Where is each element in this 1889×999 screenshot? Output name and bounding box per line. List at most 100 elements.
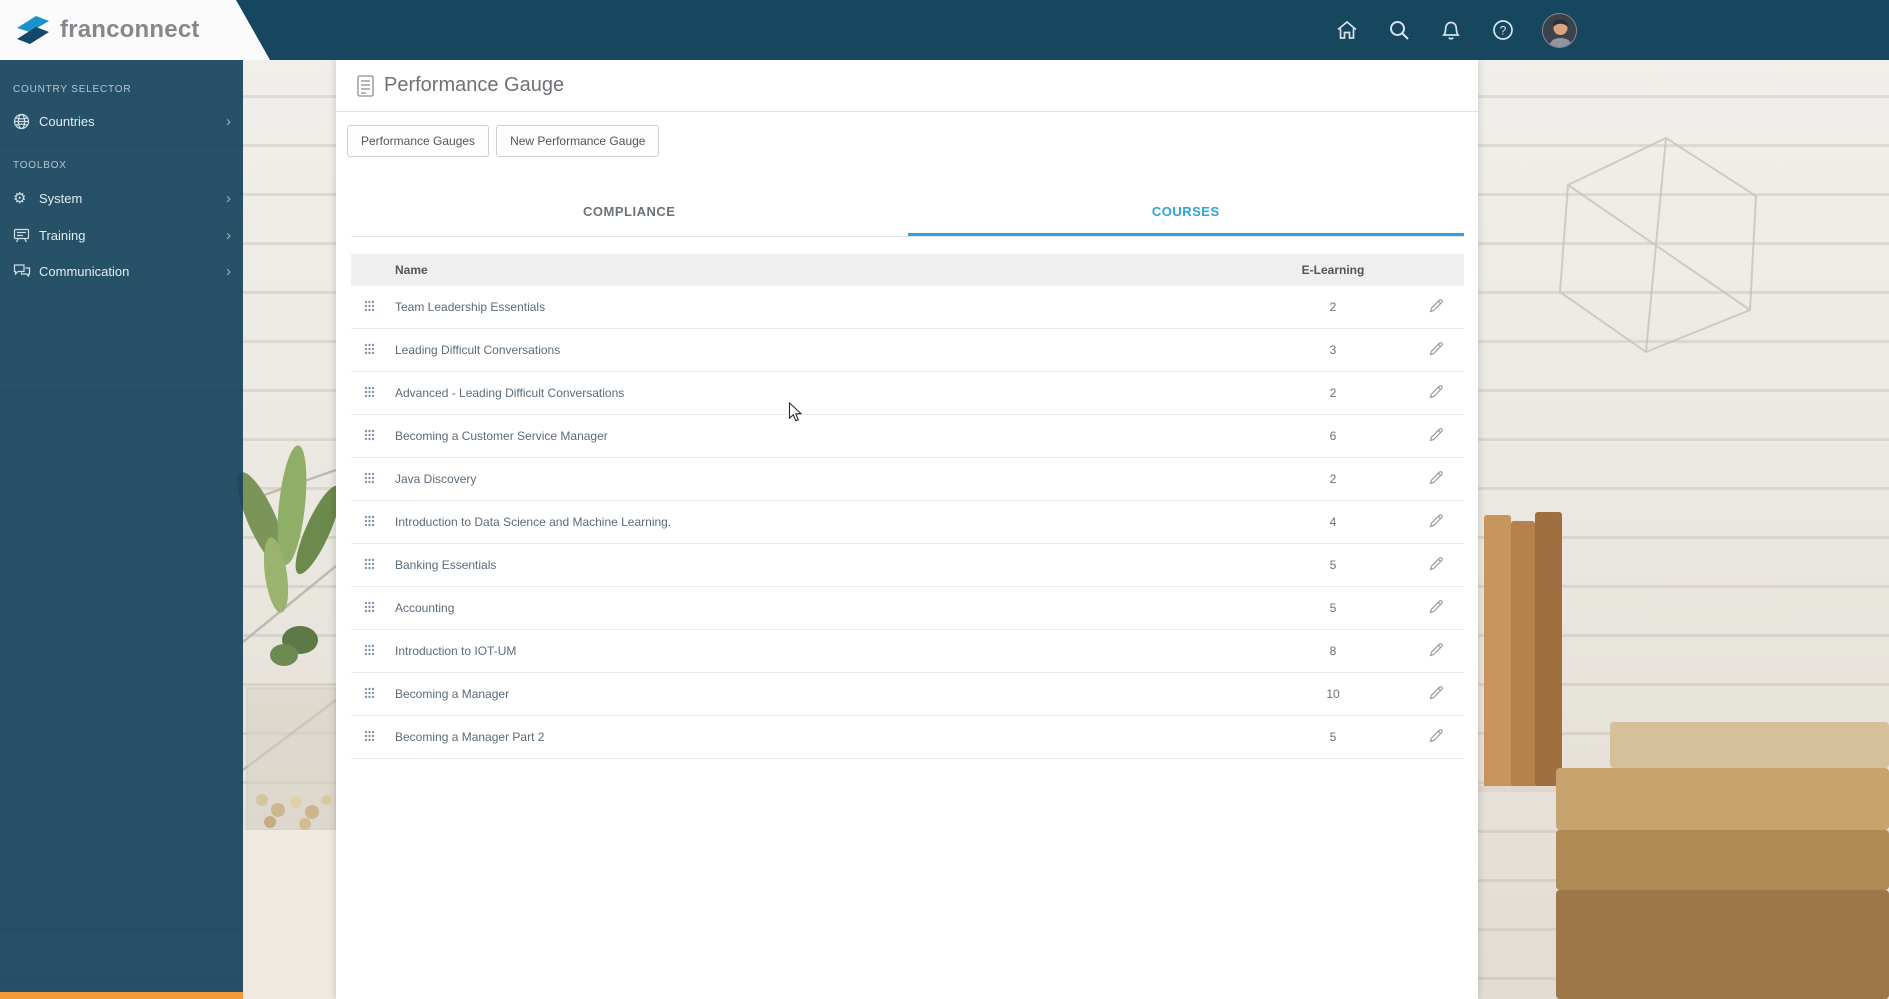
sidebar-item-system[interactable]: ⚙ System › (0, 179, 243, 217)
drag-handle-icon[interactable] (364, 601, 375, 613)
course-name: Accounting (387, 586, 1258, 630)
table-row: Banking Essentials 5 (351, 543, 1464, 587)
edit-pencil-icon[interactable] (1428, 383, 1445, 400)
chevron-right-icon: › (226, 262, 231, 280)
plant-leaves (237, 445, 341, 666)
sidebar-item-communication[interactable]: Communication › (0, 253, 243, 289)
elearning-count: 8 (1258, 629, 1408, 673)
course-name: Java Discovery (387, 457, 1258, 501)
course-name: Becoming a Manager (387, 672, 1258, 716)
sidebar-section-toolbox: TOOLBOX (13, 160, 67, 171)
tab-compliance[interactable]: COMPLIANCE (351, 191, 908, 236)
edit-pencil-icon[interactable] (1428, 641, 1445, 658)
sidebar-section-country-selector: COUNTRY SELECTOR (13, 84, 132, 95)
avatar[interactable] (1542, 12, 1577, 48)
handle-column-header (351, 254, 387, 286)
performance-gauges-button[interactable]: Performance Gauges (347, 125, 490, 157)
elearning-count: 2 (1258, 371, 1408, 415)
edit-pencil-icon[interactable] (1428, 684, 1445, 701)
drag-handle-icon[interactable] (364, 687, 375, 699)
top-header: franconnect ? (0, 0, 1889, 60)
courses-table-body: Team Leadership Essentials 2 Leading Dif… (351, 286, 1464, 759)
elearning-count: 5 (1258, 586, 1408, 630)
table-row: Accounting 5 (351, 586, 1464, 630)
page-title: Performance Gauge (384, 74, 565, 96)
sidebar-item-label: System (39, 190, 83, 206)
drag-handle-icon[interactable] (364, 644, 375, 656)
drag-handle-icon[interactable] (364, 300, 375, 312)
chevron-right-icon: › (226, 189, 231, 207)
elearning-count: 4 (1258, 500, 1408, 544)
tab-bar: COMPLIANCE COURSES (351, 191, 1464, 237)
table-row: Becoming a Manager 10 (351, 672, 1464, 716)
edit-pencil-icon[interactable] (1428, 469, 1445, 486)
chat-bubbles-icon (13, 263, 39, 279)
home-icon[interactable] (1334, 17, 1360, 43)
sidebar-item-countries[interactable]: Countries › (0, 103, 243, 140)
sidebar-item-label: Training (39, 227, 86, 243)
table-row: Advanced - Leading Difficult Conversatio… (351, 371, 1464, 415)
course-name: Becoming a Manager Part 2 (387, 715, 1258, 759)
table-row: Java Discovery 2 (351, 457, 1464, 501)
course-name: Banking Essentials (387, 543, 1258, 587)
elearning-count: 5 (1258, 543, 1408, 587)
table-row: Becoming a Manager Part 2 5 (351, 715, 1464, 759)
presentation-icon (13, 227, 39, 243)
chevron-right-icon: › (226, 113, 231, 130)
report-icon (357, 74, 374, 97)
course-name: Introduction to Data Science and Machine… (387, 500, 1258, 544)
drag-handle-icon[interactable] (364, 386, 375, 398)
table-surface (243, 830, 336, 999)
edit-pencil-icon[interactable] (1428, 340, 1445, 357)
new-performance-gauge-button[interactable]: New Performance Gauge (496, 125, 660, 157)
course-name: Becoming a Customer Service Manager (387, 414, 1258, 458)
course-name: Team Leadership Essentials (387, 286, 1258, 329)
edit-pencil-icon[interactable] (1428, 555, 1445, 572)
sidebar-bottom-accent (0, 992, 243, 999)
elearning-count: 2 (1258, 457, 1408, 501)
edit-column-header (1408, 254, 1464, 286)
drag-handle-icon[interactable] (364, 515, 375, 527)
table-row: Introduction to IOT-UM 8 (351, 629, 1464, 673)
course-name: Advanced - Leading Difficult Conversatio… (387, 371, 1258, 415)
table-header-row: Name E-Learning (351, 254, 1464, 286)
edit-pencil-icon[interactable] (1428, 512, 1445, 529)
logo-link[interactable]: franconnect (0, 0, 270, 60)
globe-icon (13, 113, 39, 130)
elearning-count: 6 (1258, 414, 1408, 458)
edit-pencil-icon[interactable] (1428, 297, 1445, 314)
logo-text: franconnect (60, 16, 200, 43)
table-row: Leading Difficult Conversations 3 (351, 328, 1464, 372)
edit-pencil-icon[interactable] (1428, 598, 1445, 615)
page-header: Performance Gauge (336, 60, 1478, 112)
bell-icon[interactable] (1438, 17, 1464, 43)
gear-icon: ⚙ (13, 190, 27, 207)
course-name: Introduction to IOT-UM (387, 629, 1258, 673)
search-icon[interactable] (1386, 17, 1412, 43)
course-name: Leading Difficult Conversations (387, 328, 1258, 372)
sidebar-item-label: Communication (39, 263, 130, 279)
help-icon[interactable]: ? (1490, 17, 1516, 43)
edit-pencil-icon[interactable] (1428, 426, 1445, 443)
franconnect-logo-icon (17, 16, 49, 44)
drag-handle-icon[interactable] (364, 730, 375, 742)
elearning-column-header: E-Learning (1301, 263, 1365, 277)
elearning-count: 2 (1258, 286, 1408, 329)
table-row: Team Leadership Essentials 2 (351, 286, 1464, 329)
tab-courses[interactable]: COURSES (907, 191, 1464, 236)
sidebar-item-training[interactable]: Training › (0, 217, 243, 253)
drag-handle-icon[interactable] (364, 343, 375, 355)
drag-handle-icon[interactable] (364, 558, 375, 570)
chevron-right-icon: › (226, 226, 231, 244)
plant-pot (246, 687, 337, 831)
elearning-count: 3 (1258, 328, 1408, 372)
sidebar: COUNTRY SELECTOR Countries › TOOLBOX ⚙ S… (0, 60, 243, 999)
main-panel: Performance Gauge Performance Gauges New… (336, 60, 1478, 999)
edit-pencil-icon[interactable] (1428, 727, 1445, 744)
drag-handle-icon[interactable] (364, 429, 375, 441)
svg-text:?: ? (1500, 24, 1507, 38)
elearning-count: 10 (1258, 672, 1408, 716)
geometric-ornament (1558, 136, 1758, 354)
drag-handle-icon[interactable] (364, 472, 375, 484)
name-column-header: Name (395, 263, 428, 277)
